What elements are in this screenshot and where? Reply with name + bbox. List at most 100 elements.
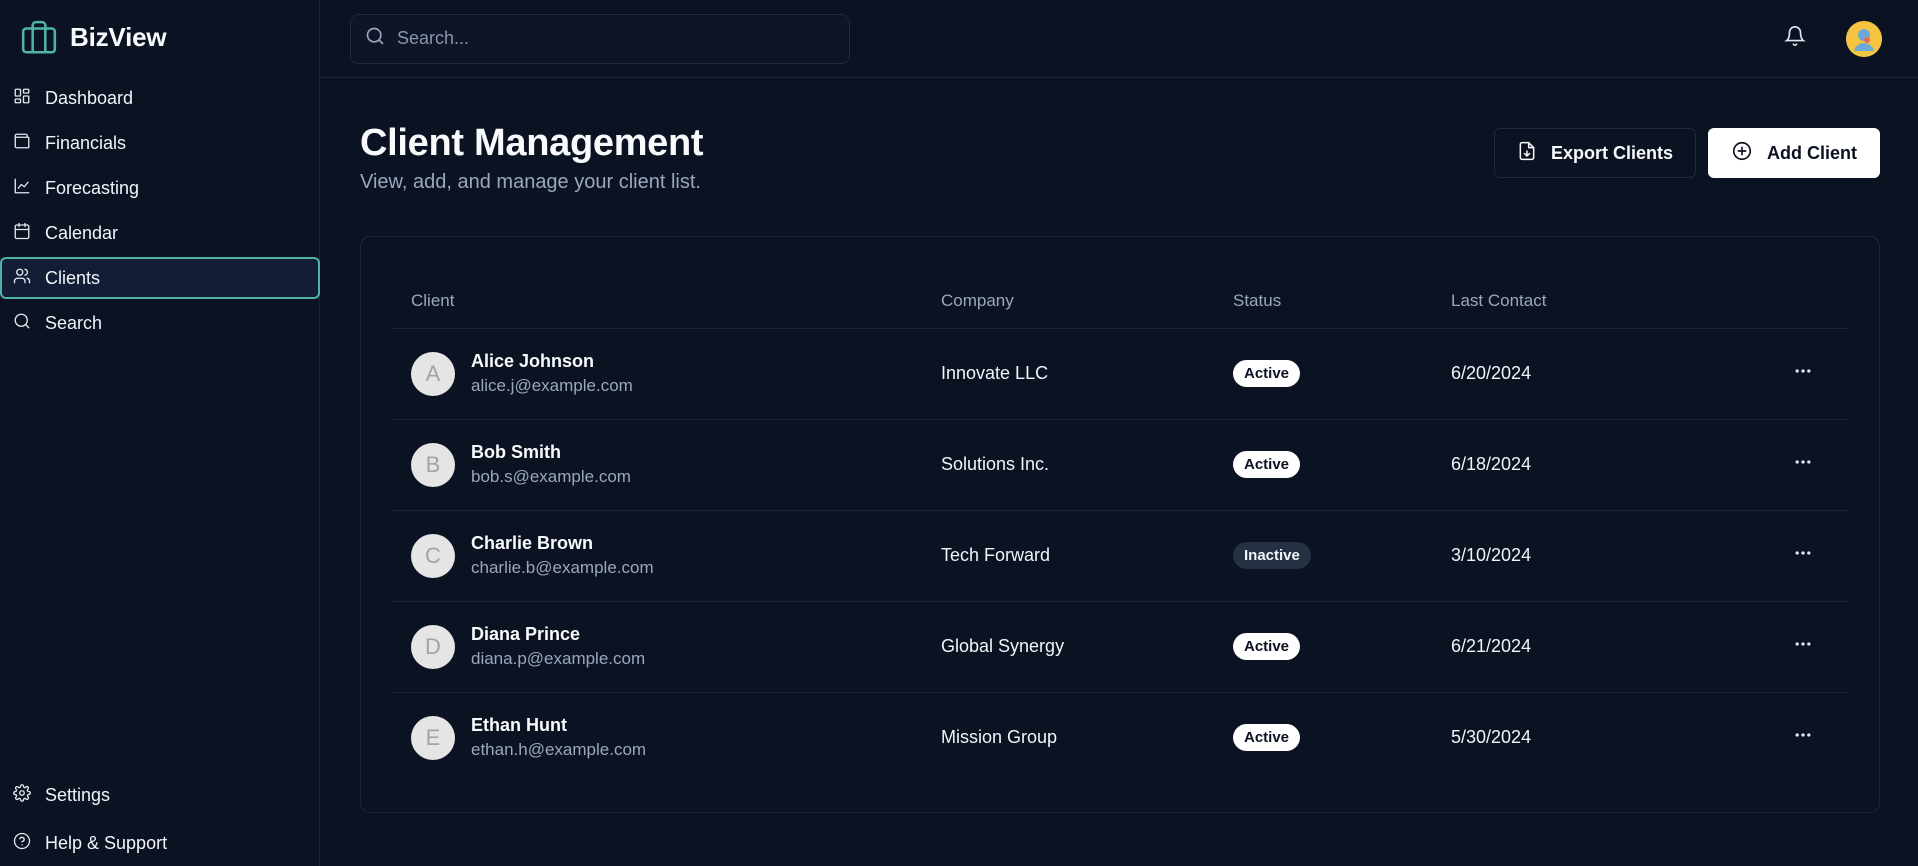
more-actions-button[interactable] [1751, 543, 1849, 568]
sidebar-nav: Dashboard Financials Forecasting Calenda… [0, 75, 320, 344]
client-last-contact: 6/20/2024 [1451, 328, 1751, 420]
header-actions [1751, 257, 1849, 329]
sidebar-item-label: Financials [45, 132, 127, 153]
add-client-label: Add Client [1767, 142, 1857, 163]
page-actions: Export Clients Add Client [1493, 128, 1880, 178]
brand[interactable]: BizView [0, 0, 319, 75]
avatar: C [411, 533, 455, 578]
status-badge: Active [1233, 724, 1301, 752]
header-status: Status [1233, 257, 1451, 329]
table-row[interactable]: D Diana Prince diana.p@example.com Globa… [391, 601, 1849, 693]
wallet-icon [13, 132, 31, 155]
table-row[interactable]: C Charlie Brown charlie.b@example.com Te… [391, 510, 1849, 602]
sidebar-bottom: Settings Help & Support [0, 773, 319, 866]
header-company: Company [941, 257, 1233, 329]
user-avatar[interactable] [1846, 20, 1882, 57]
page-header: Client Management View, add, and manage … [360, 118, 1880, 194]
file-download-icon [1517, 141, 1537, 166]
avatar: E [411, 715, 455, 760]
more-horizontal-icon [1793, 361, 1813, 386]
search-box[interactable] [350, 13, 850, 64]
sidebar-item-label: Calendar [45, 222, 119, 243]
search-icon [365, 26, 385, 51]
client-company: Mission Group [941, 727, 1058, 748]
bell-icon[interactable] [1784, 25, 1806, 52]
help-circle-icon [13, 832, 31, 855]
main-area: Client Management View, add, and manage … [320, 0, 1918, 866]
client-name: Ethan Hunt [471, 715, 567, 736]
client-name: Alice Johnson [471, 351, 595, 371]
client-name: Diana Prince [471, 624, 581, 644]
more-horizontal-icon [1793, 452, 1813, 477]
avatar: B [411, 442, 455, 487]
client-company: Innovate LLC [941, 328, 1233, 420]
client-last-contact: 3/10/2024 [1451, 510, 1751, 602]
sidebar-item-label: Search [45, 312, 103, 333]
table-header-row: Client Company Status Last Contact [391, 257, 1849, 329]
client-email: bob.s@example.com [471, 467, 631, 486]
status-badge: Active [1233, 633, 1301, 660]
status-badge: Inactive [1233, 542, 1311, 569]
more-actions-button[interactable] [1751, 361, 1849, 386]
sidebar-item-search[interactable]: Search [0, 302, 319, 344]
topbar [320, 0, 1918, 78]
sidebar-item-forecasting[interactable]: Forecasting [0, 167, 319, 209]
clients-card: Client Company Status Last Contact A Ali… [360, 236, 1880, 813]
client-last-contact: 6/18/2024 [1451, 419, 1751, 511]
client-email: charlie.b@example.com [471, 558, 654, 577]
sidebar-item-label: Help & Support [45, 833, 168, 853]
client-company: Global Synergy [941, 601, 1233, 693]
sidebar-item-label: Dashboard [45, 87, 134, 108]
table-row[interactable]: A Alice Johnson alice.j@example.com Inno… [391, 328, 1849, 420]
users-icon [13, 267, 31, 290]
avatar: D [411, 624, 455, 669]
header-last-contact: Last Contact [1451, 257, 1751, 329]
client-company: Tech Forward [941, 510, 1233, 602]
table-row[interactable]: E Ethan Hunt ethan.h@example.com Mission… [391, 692, 1849, 783]
client-company: Solutions Inc. [941, 419, 1233, 511]
status-badge: Active [1233, 360, 1301, 387]
export-clients-label: Export Clients [1550, 142, 1673, 163]
client-last-contact: 5/30/2024 [1451, 727, 1532, 748]
avatar: A [411, 351, 455, 396]
table-row[interactable]: B Bob Smith bob.s@example.com Solutions … [391, 419, 1849, 511]
sidebar-item-help[interactable]: Help & Support [0, 821, 319, 866]
briefcase-icon [20, 19, 58, 57]
sidebar-item-label: Clients [45, 267, 101, 288]
calendar-icon [13, 222, 31, 245]
more-actions-button[interactable] [1751, 452, 1849, 477]
export-clients-button[interactable]: Export Clients [1493, 128, 1696, 178]
chart-line-icon [13, 177, 31, 200]
sidebar-item-label: Settings [45, 785, 111, 805]
search-icon [13, 312, 31, 335]
gear-icon [13, 784, 31, 807]
client-name: Bob Smith [471, 442, 561, 462]
status-badge: Active [1233, 451, 1301, 478]
search-input[interactable] [397, 28, 849, 49]
sidebar-item-calendar[interactable]: Calendar [0, 212, 319, 254]
brand-name: BizView [70, 22, 167, 52]
sidebar: BizView Dashboard Financials Forecasting [0, 0, 320, 866]
page-title: Client Management [360, 122, 704, 164]
more-horizontal-icon [1793, 543, 1813, 568]
topbar-right [1784, 20, 1882, 57]
page-subtitle: View, add, and manage your client list. [360, 171, 701, 193]
sidebar-item-financials[interactable]: Financials [0, 122, 319, 164]
client-last-contact: 6/21/2024 [1451, 601, 1751, 693]
client-email: alice.j@example.com [471, 376, 633, 395]
dashboard-icon [13, 87, 31, 110]
more-horizontal-icon [1793, 634, 1813, 659]
more-actions-button[interactable] [1751, 725, 1849, 750]
more-horizontal-icon [1793, 725, 1813, 750]
add-client-button[interactable]: Add Client [1708, 128, 1880, 178]
content: Client Management View, add, and manage … [320, 78, 1918, 813]
sidebar-item-label: Forecasting [45, 177, 140, 198]
app-root: BizView Dashboard Financials Forecasting [0, 0, 1918, 866]
sidebar-item-clients[interactable]: Clients [0, 257, 320, 299]
sidebar-item-dashboard[interactable]: Dashboard [0, 77, 319, 119]
header-client: Client [391, 257, 941, 329]
client-email: ethan.h@example.com [471, 740, 647, 760]
more-actions-button[interactable] [1751, 634, 1849, 659]
sidebar-item-settings[interactable]: Settings [0, 773, 319, 818]
client-email: diana.p@example.com [471, 649, 646, 668]
